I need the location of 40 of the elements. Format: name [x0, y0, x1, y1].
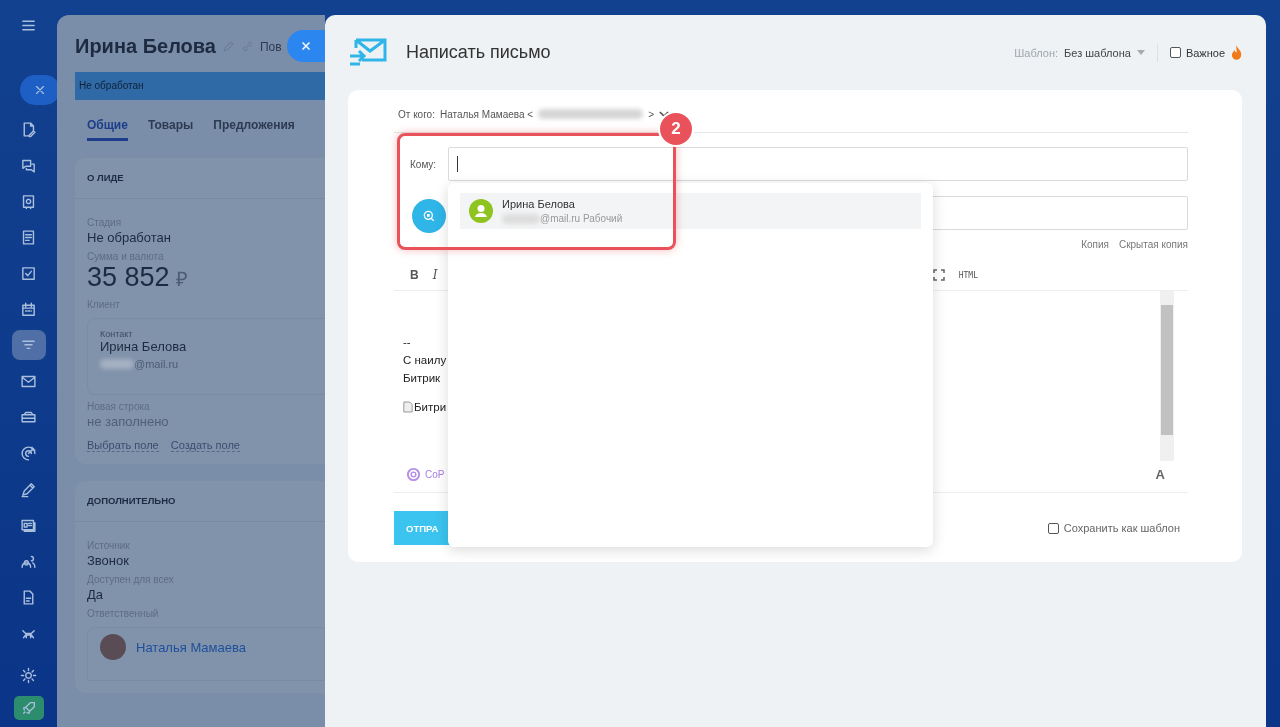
header-text: Пов [259, 39, 282, 54]
image-alt-text: Битри [414, 401, 447, 413]
message-text: -- [403, 335, 412, 350]
save-template-checkbox[interactable]: Сохранить как шаблон [1047, 522, 1180, 534]
contact-name[interactable]: Ирина Белова [100, 339, 313, 354]
sender-text: > [648, 108, 654, 120]
user-link[interactable]: Наталья Мамаева [136, 639, 246, 655]
template-label: Шаблон: [1014, 46, 1059, 59]
field-label: От кого: [398, 108, 435, 120]
copilot-text[interactable]: CoP [425, 469, 445, 480]
field-value: Звонок [87, 553, 130, 568]
suggestion-name: Ирина Белова [502, 198, 576, 210]
currency-sign: ₽ [175, 267, 188, 292]
cc-link[interactable]: Копия [1081, 239, 1109, 250]
field-label: Кому: [410, 158, 438, 170]
message-text: Битрик [403, 371, 442, 386]
tab[interactable]: Предложения [213, 118, 295, 141]
message-text: С наилу [403, 353, 448, 368]
template-dropdown[interactable]: Без шаблона [1064, 46, 1145, 59]
important-checkbox[interactable]: Важное [1169, 46, 1225, 59]
font-button[interactable]: A [1155, 467, 1165, 482]
field-link[interactable]: Создать поле [170, 439, 240, 452]
field-value: Не обработан [87, 230, 172, 245]
panel-title: Написать письмо [406, 42, 551, 63]
italic-button[interactable]: I [432, 268, 438, 282]
html-button[interactable]: HTML [958, 270, 978, 280]
sender-text: Наталья Мамаева < [439, 108, 534, 120]
bcc-link[interactable]: Скрытая копия [1118, 239, 1188, 250]
lead-title: Ирина Белова [75, 35, 216, 58]
step-badge: 2 [658, 111, 694, 147]
suggestion-email: @mail.ru Рабочий [540, 213, 623, 224]
tab[interactable]: Товары [147, 118, 194, 141]
status-bar[interactable]: Не обработан [75, 72, 325, 100]
amount-text: 35 852 [87, 262, 170, 293]
suggestion-item[interactable]: Ирина Белова @mail.ru Рабочий [460, 193, 921, 229]
field-label: Контакт [100, 329, 134, 339]
field-link[interactable]: Выбрать поле [87, 439, 159, 452]
tab[interactable]: Общие [87, 118, 128, 141]
field-value: Да [87, 587, 105, 602]
bold-button[interactable]: B [410, 268, 419, 282]
